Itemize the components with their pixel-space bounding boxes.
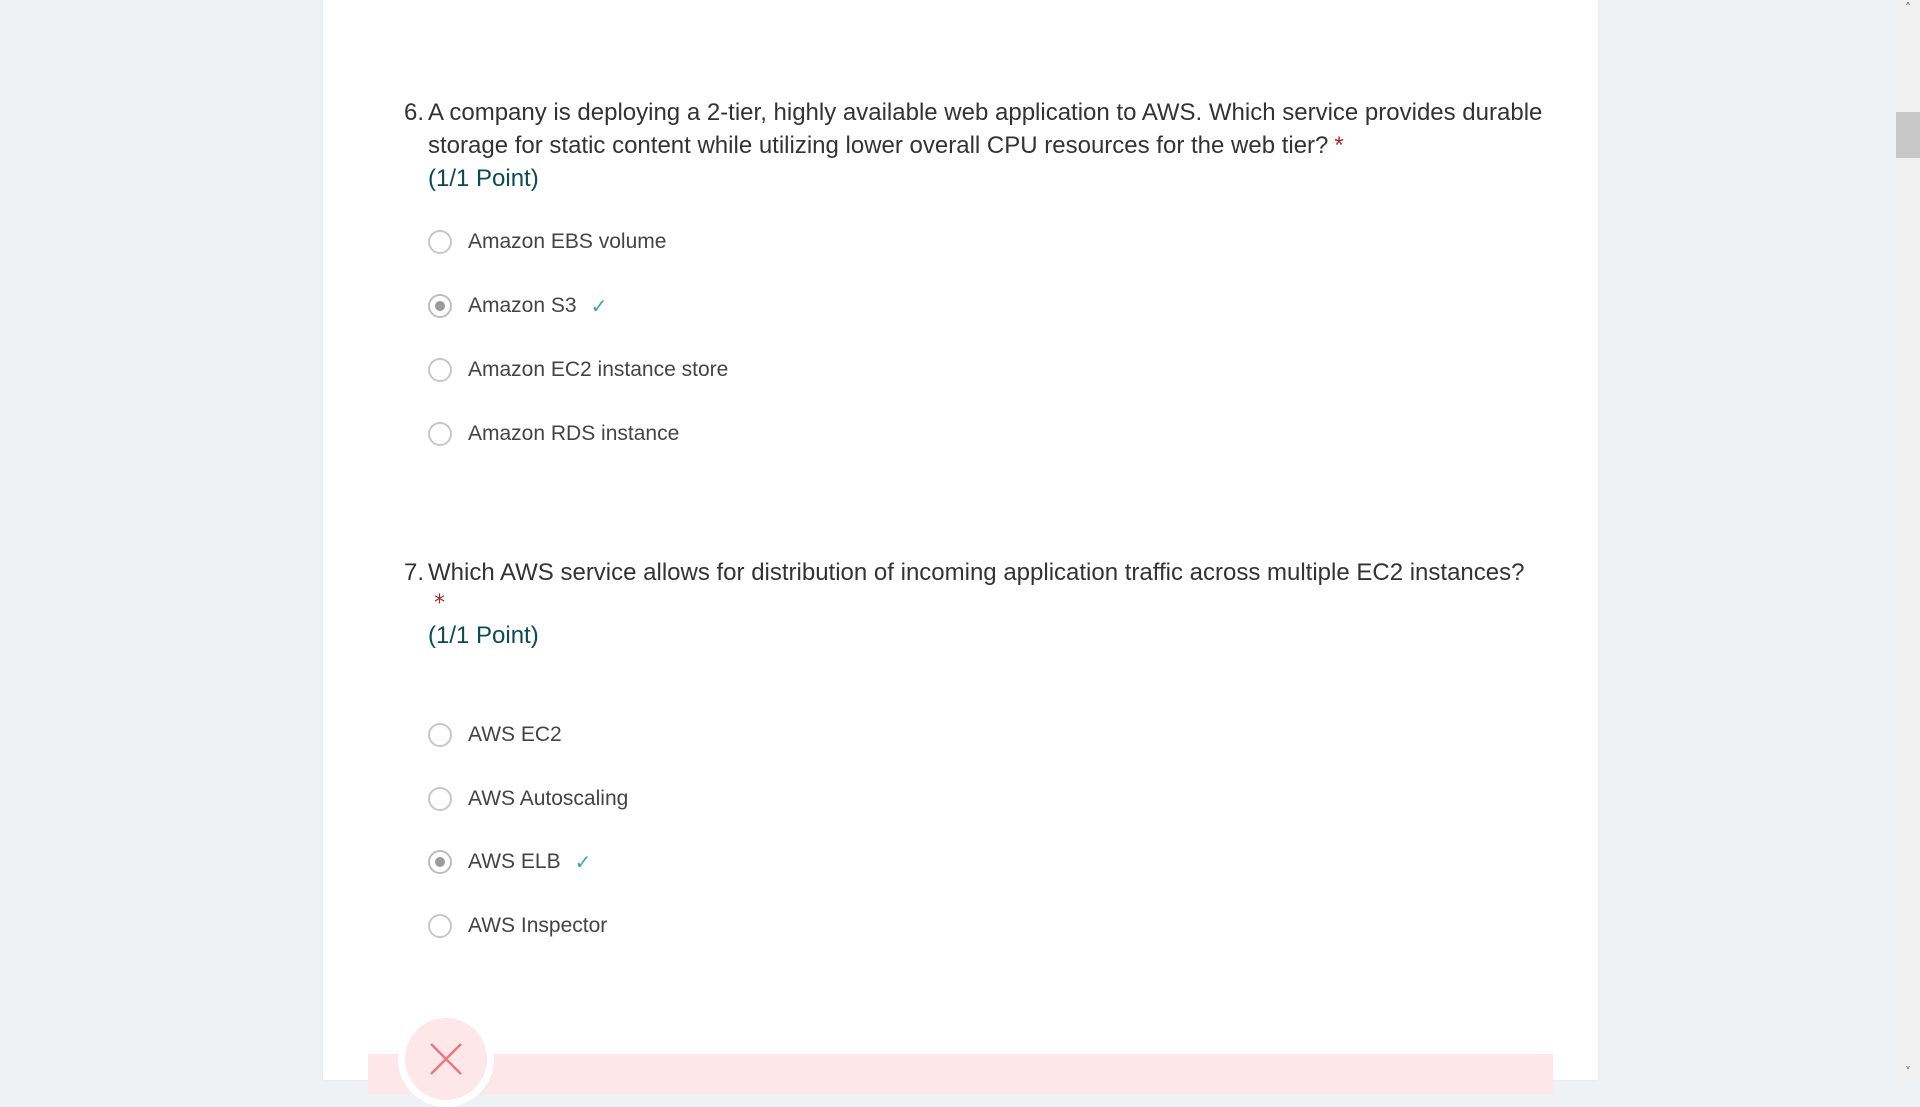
option-label: AWS Inspector xyxy=(468,914,608,937)
question-7: 7. Which AWS service allows for distribu… xyxy=(404,556,1554,652)
option-label: AWS ELB xyxy=(468,850,561,873)
radio-dot xyxy=(435,301,445,311)
question-text: A company is deploying a 2-tier, highly … xyxy=(428,99,1543,159)
radio-button[interactable] xyxy=(428,914,452,938)
option-label: Amazon EC2 instance store xyxy=(468,358,729,381)
option-amazon-ebs-volume[interactable]: Amazon EBS volume xyxy=(428,227,666,257)
option-label: Amazon EBS volume xyxy=(468,230,667,253)
option-aws-ec2[interactable]: AWS EC2 xyxy=(428,720,562,750)
radio-button-selected[interactable] xyxy=(428,294,452,318)
checkmark-icon: ✓ xyxy=(574,850,592,874)
radio-dot xyxy=(435,857,445,867)
question-points: (1/1 Point) xyxy=(428,622,539,649)
option-amazon-ec2-instance-store[interactable]: Amazon EC2 instance store xyxy=(428,355,728,385)
radio-button[interactable] xyxy=(428,787,452,811)
option-label: AWS Autoscaling xyxy=(468,787,629,810)
option-label: AWS EC2 xyxy=(468,723,562,746)
question-title: 6. A company is deploying a 2-tier, high… xyxy=(404,96,1554,162)
radio-button[interactable] xyxy=(428,358,452,382)
question-title: 7. Which AWS service allows for distribu… xyxy=(404,556,1554,589)
radio-button[interactable] xyxy=(428,723,452,747)
option-aws-inspector[interactable]: AWS Inspector xyxy=(428,911,607,941)
question-number: 7. xyxy=(404,559,425,586)
radio-button[interactable] xyxy=(428,230,452,254)
required-marker: * xyxy=(434,591,445,616)
option-amazon-s3[interactable]: Amazon S3 ✓ xyxy=(428,291,607,321)
question-6: 6. A company is deploying a 2-tier, high… xyxy=(404,96,1554,195)
x-icon xyxy=(405,1018,487,1100)
vertical-scrollbar[interactable]: ˄ ˅ xyxy=(1896,0,1920,1080)
chevron-down-icon[interactable]: ˅ xyxy=(1896,1064,1920,1080)
question-points: (1/1 Point) xyxy=(428,165,539,192)
option-aws-autoscaling[interactable]: AWS Autoscaling xyxy=(428,784,628,814)
question-number: 6. xyxy=(404,99,425,126)
required-marker: * xyxy=(1334,132,1344,159)
question-text: Which AWS service allows for distributio… xyxy=(428,559,1525,586)
incorrect-feedback-bar xyxy=(368,1054,1553,1094)
option-label: Amazon RDS instance xyxy=(468,422,680,445)
option-aws-elb[interactable]: AWS ELB ✓ xyxy=(428,847,591,877)
scrollbar-thumb[interactable] xyxy=(1896,112,1920,158)
radio-button[interactable] xyxy=(428,422,452,446)
option-amazon-rds-instance[interactable]: Amazon RDS instance xyxy=(428,419,679,449)
chevron-up-icon[interactable]: ˄ xyxy=(1896,0,1920,16)
radio-button-selected[interactable] xyxy=(428,850,452,874)
option-label: Amazon S3 xyxy=(468,294,577,317)
checkmark-icon: ✓ xyxy=(590,294,608,318)
